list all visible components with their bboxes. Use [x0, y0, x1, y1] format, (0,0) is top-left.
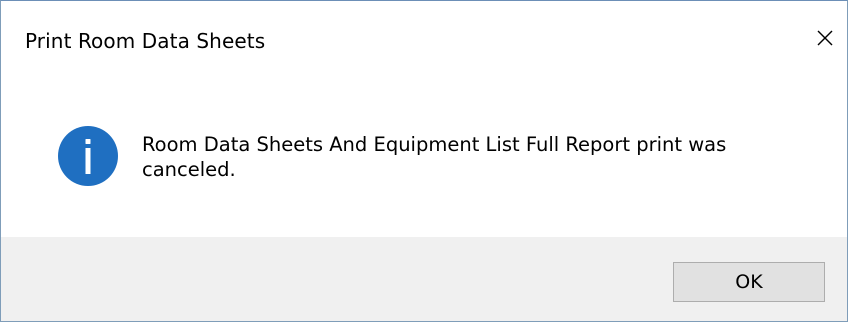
close-icon	[817, 30, 833, 46]
message-text: Room Data Sheets And Equipment List Full…	[142, 133, 727, 181]
title-bar: Print Room Data Sheets	[1, 1, 847, 85]
close-button[interactable]	[801, 15, 847, 61]
info-icon	[58, 126, 118, 186]
dialog-footer: OK	[1, 237, 847, 321]
message-dialog: Print Room Data Sheets Room Data Sheets …	[0, 0, 848, 322]
dialog-title: Print Room Data Sheets	[25, 29, 266, 53]
dialog-content: Room Data Sheets And Equipment List Full…	[1, 85, 847, 237]
ok-button[interactable]: OK	[673, 262, 825, 302]
